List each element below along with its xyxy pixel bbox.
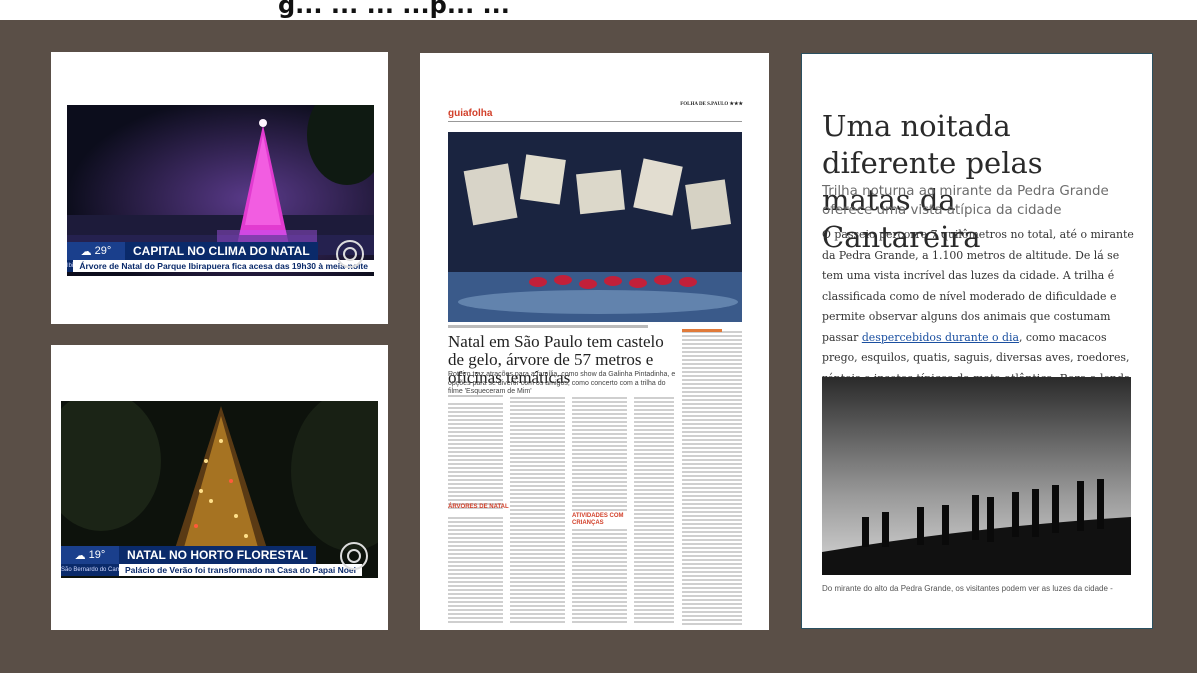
tv-screenshot-ibirapuera: ☁29° CAPITAL NO CLIMA DO NATAL Ibirapuer… bbox=[67, 105, 374, 276]
slide-title: g... ... ... ...p... ... bbox=[278, 0, 510, 19]
tv-place: São Bernardo do Campo bbox=[61, 564, 119, 576]
tv-card-ibirapuera: ☁29° CAPITAL NO CLIMA DO NATAL Ibirapuer… bbox=[51, 52, 388, 324]
globo-logo-icon bbox=[340, 542, 368, 570]
slide-title-strip: g... ... ... ...p... ... bbox=[0, 0, 1197, 20]
tv-card-horto: ☁ 19° NATAL NO HORTO FLORESTAL São Bernar… bbox=[51, 345, 388, 630]
newspaper-masthead: guiafolha bbox=[448, 108, 493, 119]
weather-badge: ☁ 19° bbox=[61, 546, 119, 564]
tv-screenshot-horto: ☁ 19° NATAL NO HORTO FLORESTAL São Bernar… bbox=[61, 401, 378, 578]
ballet-photo bbox=[448, 132, 742, 322]
newspaper-brand: FOLHA DE S.PAULO ★★★ bbox=[680, 102, 743, 107]
tv-headline: NATAL NO HORTO FLORESTAL bbox=[119, 546, 316, 564]
tv-lower-third: ☁29° CAPITAL NO CLIMA DO NATAL Ibirapuer… bbox=[67, 242, 374, 272]
newspaper-section-arvores: ÁRVORES DE NATAL bbox=[448, 504, 509, 510]
tv-subline: Árvore de Natal do Parque Ibirapuera fic… bbox=[73, 260, 374, 272]
article-link[interactable]: despercebidos durante o dia bbox=[862, 331, 1019, 344]
newspaper-section-atividades: ATIVIDADES COM CRIANÇAS bbox=[572, 513, 627, 527]
article-photo bbox=[822, 377, 1131, 575]
cloud-icon: ☁ bbox=[80, 245, 92, 258]
article-photo-caption: Do mirante do alto da Pedra Grande, os v… bbox=[822, 584, 1113, 593]
weather-badge: ☁ 29° bbox=[67, 242, 125, 260]
tv-headline: CAPITAL NO CLIMA DO NATAL bbox=[125, 242, 318, 260]
pedra-grande-silhouette-photo bbox=[822, 377, 1131, 575]
temperature: 19° bbox=[88, 549, 106, 561]
cloud-icon: ☁ bbox=[74, 549, 86, 562]
newspaper-page: guiafolha FOLHA DE S.PAULO ★★★ Natal em … bbox=[420, 53, 769, 630]
globo-logo-icon bbox=[336, 240, 364, 268]
article-subtitle: Trilha noturna ao mirante da Pedra Grand… bbox=[822, 184, 1109, 218]
temperature: 29° bbox=[94, 245, 112, 257]
tv-subline: Palácio de Verão foi transformado na Cas… bbox=[119, 564, 362, 576]
newspaper-dek: Roteiro traz atrações para a família, co… bbox=[448, 371, 676, 395]
tv-lower-third: ☁ 19° NATAL NO HORTO FLORESTAL São Bernar… bbox=[61, 546, 378, 576]
nutcracker-ballet-photo bbox=[448, 132, 742, 322]
